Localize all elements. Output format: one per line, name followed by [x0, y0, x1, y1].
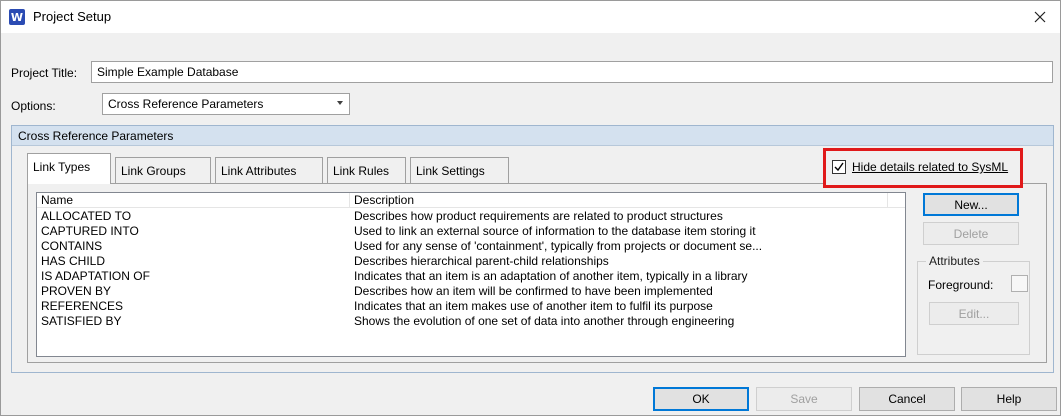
options-dropdown-value: Cross Reference Parameters — [108, 97, 264, 111]
group-header: Cross Reference Parameters — [12, 126, 1053, 146]
checkmark-icon — [834, 162, 844, 172]
link-types-list[interactable]: Name Description ALLOCATED TO Describes … — [36, 192, 906, 357]
row-description: Used for any sense of 'containment', typ… — [354, 239, 763, 253]
row-description: Indicates that an item is an adaptation … — [354, 269, 748, 283]
tab-link-settings[interactable]: Link Settings — [410, 157, 509, 183]
tab-label: Link Settings — [416, 164, 485, 178]
options-dropdown[interactable]: Cross Reference Parameters — [102, 93, 350, 115]
cancel-button[interactable]: Cancel — [859, 387, 955, 411]
hide-sysml-checkbox[interactable] — [832, 160, 846, 174]
row-description: Indicates that an item makes use of anot… — [354, 299, 713, 313]
tab-label: Link Groups — [121, 164, 186, 178]
row-name: HAS CHILD — [41, 254, 106, 268]
app-icon: W — [9, 9, 25, 25]
row-description: Used to link an external source of infor… — [354, 224, 756, 238]
row-description: Describes how product requirements are r… — [354, 209, 723, 223]
foreground-label: Foreground: — [928, 278, 994, 292]
help-button[interactable]: Help — [961, 387, 1057, 411]
tab-link-attributes[interactable]: Link Attributes — [215, 157, 323, 183]
table-row[interactable]: REFERENCES Indicates that an item makes … — [37, 299, 905, 314]
list-header: Name Description — [37, 193, 905, 208]
row-name: CAPTURED INTO — [41, 224, 139, 238]
hide-sysml-label[interactable]: Hide details related to SysML — [852, 160, 1008, 174]
close-icon — [1034, 11, 1046, 23]
window-title: Project Setup — [33, 9, 112, 24]
row-description: Describes how an item will be confirmed … — [354, 284, 713, 298]
row-name: CONTAINS — [41, 239, 103, 253]
row-description: Shows the evolution of one set of data i… — [354, 314, 735, 328]
column-header-name[interactable]: Name — [37, 193, 350, 208]
edit-button[interactable]: Edit... — [929, 302, 1019, 325]
table-row[interactable]: PROVEN BY Describes how an item will be … — [37, 284, 905, 299]
tab-label: Link Types — [33, 160, 91, 174]
attributes-group-title: Attributes — [926, 254, 983, 268]
tab-link-types[interactable]: Link Types — [27, 153, 111, 184]
chevron-down-icon — [337, 101, 343, 105]
foreground-color-swatch[interactable] — [1011, 275, 1028, 292]
row-name: ALLOCATED TO — [41, 209, 132, 223]
table-row[interactable]: IS ADAPTATION OF Indicates that an item … — [37, 269, 905, 284]
options-label: Options: — [11, 99, 56, 113]
save-button[interactable]: Save — [756, 387, 852, 411]
close-button[interactable] — [1026, 3, 1054, 31]
row-description: Describes hierarchical parent-child rela… — [354, 254, 609, 268]
row-name: SATISFIED BY — [41, 314, 122, 328]
tab-label: Link Rules — [333, 164, 390, 178]
table-row[interactable]: ALLOCATED TO Describes how product requi… — [37, 209, 905, 224]
project-setup-dialog: W Project Setup Project Title: Simple Ex… — [0, 0, 1061, 416]
ok-button[interactable]: OK — [653, 387, 749, 411]
table-row[interactable]: CONTAINS Used for any sense of 'containm… — [37, 239, 905, 254]
tab-link-groups[interactable]: Link Groups — [115, 157, 211, 183]
row-name: PROVEN BY — [41, 284, 112, 298]
project-title-label: Project Title: — [11, 66, 78, 80]
row-name: REFERENCES — [41, 299, 124, 313]
column-header-description[interactable]: Description — [350, 193, 888, 208]
tab-link-rules[interactable]: Link Rules — [327, 157, 406, 183]
tab-label: Link Attributes — [221, 164, 297, 178]
project-title-input[interactable]: Simple Example Database — [91, 61, 1053, 83]
title-bar: W Project Setup — [1, 1, 1060, 33]
table-row[interactable]: CAPTURED INTO Used to link an external s… — [37, 224, 905, 239]
row-name: IS ADAPTATION OF — [41, 269, 150, 283]
delete-button[interactable]: Delete — [923, 222, 1019, 245]
new-button[interactable]: New... — [923, 193, 1019, 216]
table-row[interactable]: HAS CHILD Describes hierarchical parent-… — [37, 254, 905, 269]
sysml-highlight-box: Hide details related to SysML — [823, 148, 1023, 188]
table-row[interactable]: SATISFIED BY Shows the evolution of one … — [37, 314, 905, 329]
